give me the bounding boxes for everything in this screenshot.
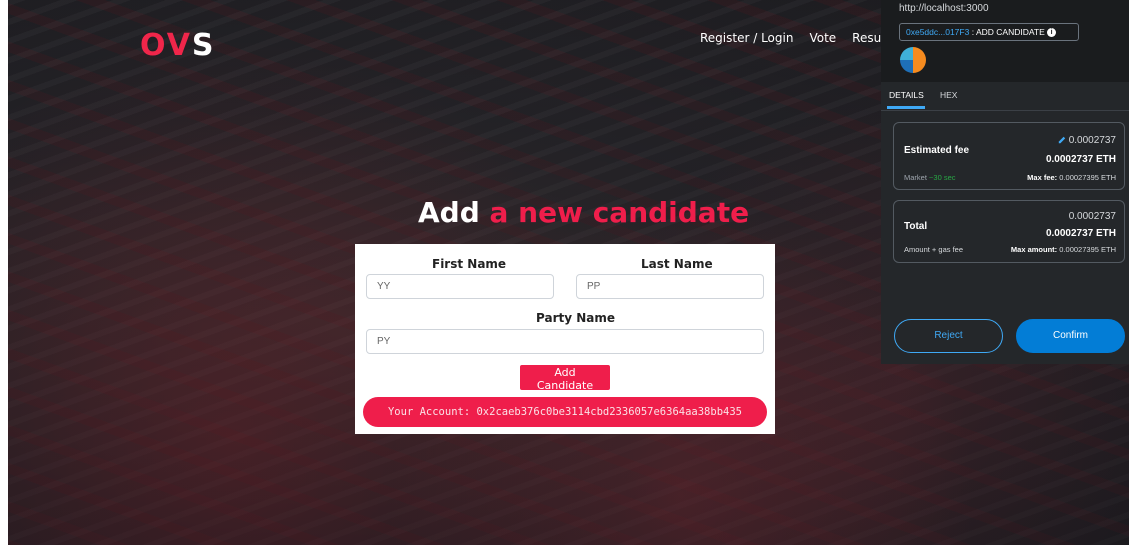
nav-vote[interactable]: Vote <box>809 31 836 45</box>
last-name-label: Last Name <box>641 257 713 271</box>
bottom-margin <box>0 545 1129 550</box>
top-nav: Register / Login Vote Results <box>700 31 896 45</box>
party-name-input[interactable] <box>366 329 764 354</box>
tab-hex[interactable]: HEX <box>940 90 957 100</box>
logo-part-s: S <box>191 28 216 63</box>
add-candidate-button[interactable]: Add Candidate <box>520 365 610 392</box>
logo[interactable]: OVS <box>140 28 216 63</box>
estimated-fee-label: Estimated fee <box>904 145 970 156</box>
info-icon[interactable]: i <box>1047 28 1057 38</box>
estimated-fee-amount: 0.0002737 <box>1068 135 1116 146</box>
active-tab-indicator <box>887 106 925 109</box>
first-name-label: First Name <box>432 257 507 271</box>
total-amount-top: 0.0002737 <box>1068 211 1116 222</box>
page-title-part1: Add <box>418 196 490 229</box>
first-name-input[interactable] <box>366 274 554 299</box>
tab-details[interactable]: DETAILS <box>889 90 924 100</box>
confirm-button[interactable]: Confirm <box>1016 319 1125 353</box>
origin-url: http://localhost:3000 <box>899 3 989 14</box>
market-time: ~30 sec <box>929 173 956 182</box>
method-name: : ADD CANDIDATE <box>971 27 1045 37</box>
contract-address[interactable]: 0xe5ddc...017F3 <box>906 27 969 37</box>
market-label: Market <box>904 173 927 182</box>
party-name-label: Party Name <box>536 311 616 325</box>
max-amount-value: 0.00027395 ETH <box>1059 245 1116 254</box>
logo-part-ov: OV <box>140 28 192 63</box>
amount-plus-gas: Amount + gas fee <box>904 245 963 254</box>
total-eth: 0.0002737 ETH <box>1045 228 1116 239</box>
edit-pencil-icon[interactable] <box>1058 136 1066 144</box>
total-box: Total 0.0002737 0.0002737 ETH Amount + g… <box>893 200 1125 263</box>
estimated-fee-eth: 0.0002737 ETH <box>1045 154 1116 165</box>
page-title: Add a new candidate <box>418 196 749 229</box>
account-avatar <box>900 47 926 73</box>
estimated-fee-box: Estimated fee 0.0002737 0.0002737 ETH Ma… <box>893 122 1125 190</box>
transaction-method-pill[interactable]: 0xe5ddc...017F3 : ADD CANDIDATE i <box>899 23 1079 41</box>
estimated-fee-top[interactable]: 0.0002737 <box>1058 135 1116 146</box>
total-label: Total <box>904 221 928 232</box>
metamask-tabs: DETAILS HEX <box>881 82 1129 111</box>
metamask-popup: http://localhost:3000 0xe5ddc...017F3 : … <box>881 0 1129 364</box>
nav-register-login[interactable]: Register / Login <box>700 31 793 45</box>
max-fee-label: Max fee: <box>1027 173 1058 182</box>
reject-button[interactable]: Reject <box>894 319 1003 353</box>
max-amount: Max amount: 0.00027395 ETH <box>1011 245 1116 254</box>
account-address-banner: Your Account: 0x2caeb376c0be3114cbd23360… <box>363 397 767 427</box>
max-fee: Max fee: 0.00027395 ETH <box>1027 173 1116 182</box>
last-name-input[interactable] <box>576 274 764 299</box>
metamask-header: http://localhost:3000 0xe5ddc...017F3 : … <box>881 0 1129 82</box>
market-speed: Market ~30 sec <box>904 173 956 182</box>
left-margin <box>0 0 8 550</box>
max-fee-value: 0.00027395 ETH <box>1059 173 1116 182</box>
page-title-accent: a new candidate <box>489 196 750 229</box>
max-amount-label: Max amount: <box>1010 245 1058 254</box>
add-candidate-form: First Name Last Name Party Name Add Cand… <box>355 244 775 434</box>
